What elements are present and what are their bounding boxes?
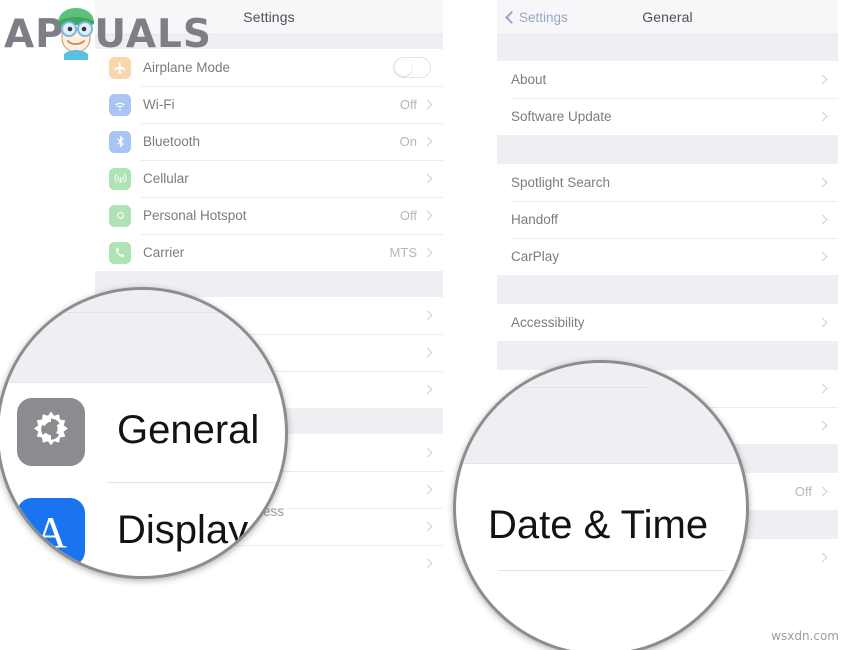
section-spacer: [497, 135, 838, 164]
display-a-icon: A: [17, 498, 85, 566]
row-label: Spotlight Search: [511, 175, 611, 190]
wifi-icon: [109, 93, 131, 116]
row-accessibility[interactable]: Accessibility: [497, 304, 838, 341]
magnifier-label-general: General: [117, 408, 260, 452]
row-handoff[interactable]: Handoff: [497, 201, 838, 238]
section-spacer: [497, 35, 838, 61]
row-label: Carrier: [143, 245, 185, 260]
chevron-left-icon: [505, 10, 518, 24]
back-to-settings-button[interactable]: Settings: [505, 0, 568, 34]
row-value: Off: [399, 208, 417, 223]
lens-hairline: [17, 312, 225, 313]
chevron-right-icon: [817, 111, 828, 122]
row-spotlight-search[interactable]: Spotlight Search: [497, 164, 838, 201]
row-label: Cellular: [143, 171, 189, 186]
general-group-1: About Software Update: [497, 61, 838, 135]
magnifier-lens-date-time: Date & Time: [453, 360, 749, 650]
chevron-right-icon: [422, 384, 433, 395]
general-navbar: Settings General: [497, 0, 838, 34]
row-bluetooth[interactable]: Bluetooth On: [95, 123, 443, 160]
row-label: Personal Hotspot: [143, 208, 247, 223]
chevron-right-icon: [422, 447, 433, 458]
hotspot-icon: [109, 204, 131, 227]
magnifier-label-date-time: Date & Time: [488, 503, 709, 547]
lens-section-spacer: [0, 290, 285, 382]
cellular-icon: [109, 167, 131, 190]
row-value: Off: [399, 97, 417, 112]
row-label: About: [511, 72, 547, 87]
row-about[interactable]: About: [497, 61, 838, 98]
magnifier-label-display: Display: [117, 508, 249, 552]
row-label: Accessibility: [511, 315, 585, 330]
lens-section-spacer: [456, 363, 746, 463]
row-personal-hotspot[interactable]: Personal Hotspot Off: [95, 197, 443, 234]
mascot-face-icon: [58, 8, 94, 60]
toggle-knob: [395, 59, 412, 76]
chevron-right-icon: [422, 347, 433, 358]
row-label: Airplane Mode: [143, 60, 231, 75]
chevron-right-icon: [422, 210, 433, 221]
row-value: Off: [794, 484, 812, 499]
magnifier-content: General A Display: [0, 290, 285, 576]
chevron-right-icon: [817, 177, 828, 188]
chevron-right-icon: [817, 74, 828, 85]
general-navbar-title: General: [642, 9, 693, 25]
magnifier-lens-general: General A Display: [0, 287, 288, 579]
chevron-right-icon: [817, 251, 828, 262]
row-cellular[interactable]: Cellular: [95, 160, 443, 197]
settings-navbar-title: Settings: [243, 9, 295, 25]
chevron-right-icon: [817, 486, 828, 497]
lens-hairline: [516, 387, 651, 388]
chevron-right-icon: [422, 558, 433, 569]
lens-hairline: [498, 570, 726, 571]
section-spacer: [497, 275, 838, 304]
gear-icon: [17, 398, 85, 466]
back-button-label: Settings: [519, 9, 568, 25]
row-label: Wi-Fi: [143, 97, 175, 112]
lens-hairline: [107, 482, 285, 483]
chevron-right-icon: [817, 552, 828, 563]
lens-hairline: [456, 463, 746, 464]
appuals-wordmark: APPUALS: [4, 12, 212, 57]
airplane-mode-toggle[interactable]: [393, 57, 431, 78]
row-label: Software Update: [511, 109, 612, 124]
row-carplay[interactable]: CarPlay: [497, 238, 838, 275]
chevron-right-icon: [817, 317, 828, 328]
magnifier-content: Date & Time: [456, 363, 746, 650]
chevron-right-icon: [422, 99, 433, 110]
screenshot-root: Settings Airplane Mode Wi-Fi Off Bluetoo…: [0, 0, 847, 650]
row-value: MTS: [389, 245, 417, 260]
phone-icon: [109, 241, 131, 264]
chevron-right-icon: [817, 214, 828, 225]
general-group-3: Accessibility: [497, 304, 838, 341]
row-carrier[interactable]: Carrier MTS: [95, 234, 443, 271]
chevron-right-icon: [817, 420, 828, 431]
chevron-right-icon: [422, 247, 433, 258]
row-software-update[interactable]: Software Update: [497, 98, 838, 135]
chevron-right-icon: [422, 173, 433, 184]
chevron-right-icon: [422, 310, 433, 321]
row-wifi[interactable]: Wi-Fi Off: [95, 86, 443, 123]
appuals-logo: APPUALS: [4, 4, 222, 62]
chevron-right-icon: [817, 383, 828, 394]
row-label: Handoff: [511, 212, 559, 227]
row-value: On: [399, 134, 417, 149]
lens-hairline: [0, 382, 285, 383]
chevron-right-icon: [422, 484, 433, 495]
chevron-right-icon: [422, 521, 433, 532]
settings-group-connectivity: Airplane Mode Wi-Fi Off Bluetooth On Cel…: [95, 49, 443, 271]
site-watermark: wsxdn.com: [771, 629, 839, 643]
row-label: Bluetooth: [143, 134, 201, 149]
row-label: CarPlay: [511, 249, 560, 264]
bluetooth-icon: [109, 130, 131, 153]
chevron-right-icon: [422, 136, 433, 147]
general-group-2: Spotlight Search Handoff CarPlay: [497, 164, 838, 275]
